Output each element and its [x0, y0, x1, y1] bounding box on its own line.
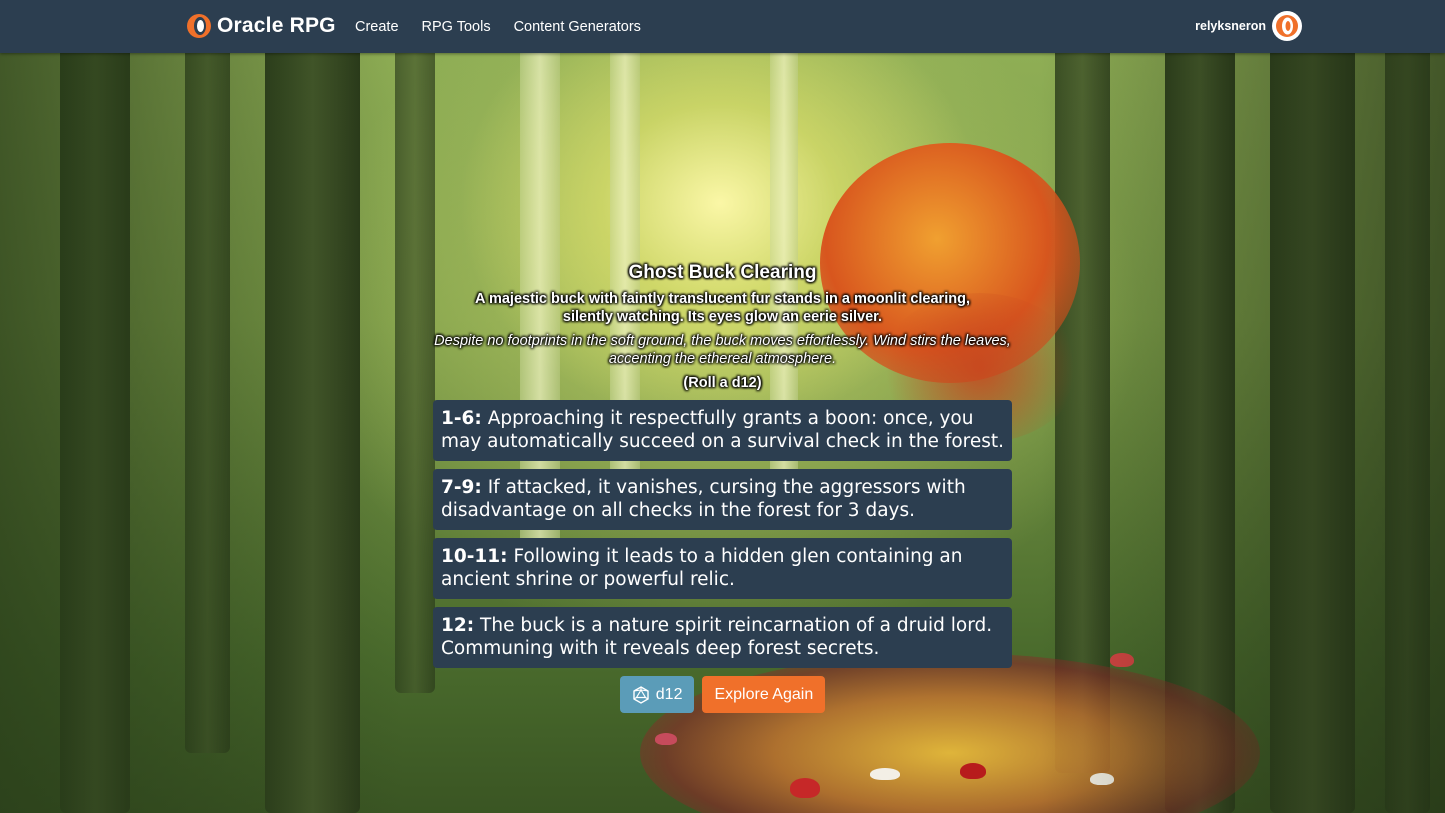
- explore-again-button[interactable]: Explore Again: [702, 676, 826, 713]
- avatar-logo-icon: [1276, 15, 1298, 37]
- outcome-text: Approaching it respectfully grants a boo…: [441, 408, 1005, 452]
- outcome-text: The buck is a nature spirit reincarnatio…: [441, 615, 993, 659]
- brand-name: Oracle RPG: [217, 14, 336, 37]
- brand-link[interactable]: Oracle RPG: [186, 12, 336, 40]
- nav-create[interactable]: Create: [355, 19, 399, 35]
- outcome-range: 1-6:: [441, 408, 482, 429]
- outcome-option-1[interactable]: 1-6: Approaching it respectfully grants …: [433, 400, 1012, 461]
- outcome-option-3[interactable]: 10-11: Following it leads to a hidden gl…: [433, 538, 1012, 599]
- nav-content-generators[interactable]: Content Generators: [514, 19, 641, 35]
- outcome-text: Following it leads to a hidden glen cont…: [441, 546, 963, 590]
- outcome-range: 7-9:: [441, 477, 482, 498]
- encounter-flavor: Despite no footprints in the soft ground…: [434, 333, 1011, 367]
- nav-rpg-tools[interactable]: RPG Tools: [422, 19, 491, 35]
- encounter-description: A majestic buck with faintly translucent…: [475, 291, 970, 325]
- dice-label: d12: [655, 685, 683, 703]
- roll-d12-button[interactable]: d12: [619, 676, 695, 713]
- nav-links: Create RPG Tools Content Generators: [355, 0, 664, 53]
- user-avatar-icon[interactable]: [1272, 11, 1302, 41]
- roll-instruction: (Roll a d12): [683, 375, 762, 391]
- action-buttons: d12 Explore Again: [433, 676, 1012, 713]
- outcome-option-4[interactable]: 12: The buck is a nature spirit reincarn…: [433, 607, 1012, 668]
- encounter-title: Ghost Buck Clearing: [628, 262, 817, 283]
- oracle-ring-icon: [187, 14, 211, 38]
- username: relyksneron: [1195, 19, 1266, 33]
- outcome-range: 10-11:: [441, 546, 508, 567]
- encounter-panel: Ghost Buck Clearing A majestic buck with…: [433, 262, 1012, 713]
- user-menu[interactable]: relyksneron: [1195, 11, 1302, 41]
- d20-dice-icon: [633, 685, 649, 704]
- top-navbar: Oracle RPG Create RPG Tools Content Gene…: [0, 0, 1445, 53]
- outcome-text: If attacked, it vanishes, cursing the ag…: [441, 477, 966, 521]
- outcome-range: 12:: [441, 615, 475, 636]
- outcome-option-2[interactable]: 7-9: If attacked, it vanishes, cursing t…: [433, 469, 1012, 530]
- encounter-header: Ghost Buck Clearing A majestic buck with…: [433, 262, 1012, 392]
